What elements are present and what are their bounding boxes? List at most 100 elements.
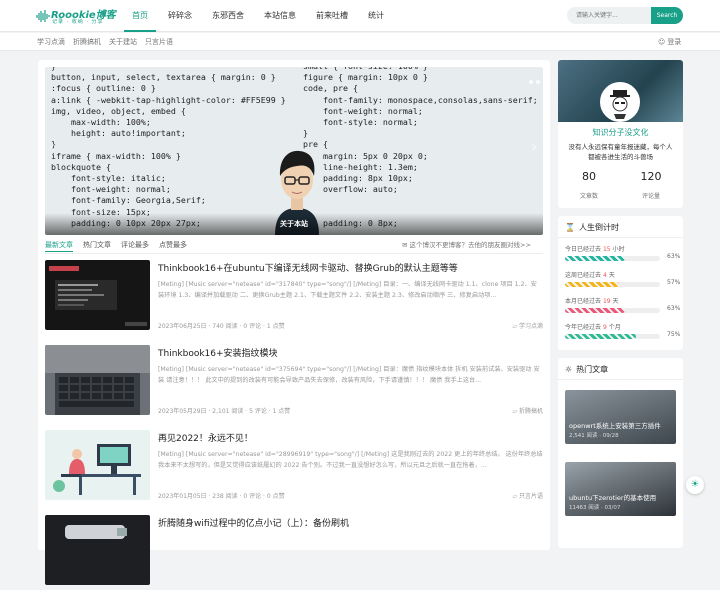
nav-stats[interactable]: 统计 <box>360 0 392 32</box>
post-thumbnail[interactable] <box>45 345 150 415</box>
countdown-card: ⌛ 人生倒计时 今日已经过去 15 小时 63% 这周已经过去 4 天 57% 本… <box>558 216 683 350</box>
post-title[interactable]: Thinkbook16+在ubuntu下编译无线网卡驱动、替换Grub的默认主题… <box>158 261 458 274</box>
post-excerpt: [Meting] [Music server="netease" id="375… <box>158 366 540 384</box>
countdown-label: 今年已经过去 9 个月 <box>565 322 621 331</box>
tab-most-likes[interactable]: 点赞最多 <box>159 238 187 252</box>
logo-wave-icon <box>36 10 50 22</box>
countdown-prefix: 今日已经过去 <box>565 246 602 253</box>
search-box: Search <box>567 7 683 24</box>
site-logo[interactable]: Roookie博客 记录 · 收纳 · 分享 <box>36 6 116 28</box>
megaphone-icon: ✉ <box>402 241 410 249</box>
notice-text: 这个博汉不更博客？去他的朋友圈对线>> <box>409 241 531 249</box>
hot-post-meta: 2,541 阅读 · 09/28 <box>569 433 619 439</box>
post-thumbnail[interactable] <box>45 515 150 585</box>
main-content: } button, input, select, textarea { marg… <box>38 60 550 585</box>
user-icon: ☺ <box>658 38 666 46</box>
login-link[interactable]: ☺ 登录 <box>658 33 681 51</box>
post-title[interactable]: 再见2022！永远不见！ <box>158 431 253 444</box>
hot-post-meta: 11463 阅读 · 03/07 <box>569 505 621 511</box>
divider <box>558 379 683 380</box>
nav-feedback[interactable]: 前来吐槽 <box>308 0 356 32</box>
profile-name[interactable]: 知识分子没文化 <box>558 127 683 138</box>
post-meta: 2023年06月25日 · 740 阅读 · 0 评论 · 1 点赞 <box>158 323 285 330</box>
post-meta: 2023年05月29日 · 2,101 阅读 · 5 评论 · 1 点赞 <box>158 408 291 415</box>
profile-desc: 没有人永远保有童年报迷藏，每个人都被各进生活的斗兽场 <box>568 143 673 161</box>
comments-label: 评论量 <box>641 193 660 200</box>
post-comments: 5 评论 <box>249 408 267 415</box>
countdown-value: 15 <box>602 246 611 253</box>
countdown-label: 本月已经过去 19 天 <box>565 296 619 305</box>
subnav-site[interactable]: 关于建站 <box>109 33 137 51</box>
post-tabs: 最新文章 热门文章 评论最多 点赞最多 <box>45 238 197 252</box>
subnav-study[interactable]: 学习点滴 <box>37 33 65 51</box>
post-comments: 0 评论 <box>243 493 262 500</box>
avatar[interactable] <box>600 82 640 122</box>
post-category-label: 折腾搞机 <box>518 408 543 415</box>
subnav-words[interactable]: 只言片语 <box>145 33 173 51</box>
progress-percent: 63% <box>667 253 681 260</box>
tab-popular[interactable]: 热门文章 <box>83 238 111 252</box>
slider-dots <box>529 80 540 84</box>
hot-title: 热门文章 <box>576 365 609 374</box>
laptop-keyboard-image <box>45 345 150 415</box>
post-item[interactable]: Thinkbook16+安装指纹模块 [Meting] [Music serve… <box>45 342 543 420</box>
comments-count: 120 <box>640 170 662 183</box>
hot-post-item[interactable]: openwrt系统上安装第三方插件 2,541 阅读 · 09/28 <box>565 390 676 444</box>
post-category[interactable]: ▱ 折腾搞机 <box>512 406 543 415</box>
tab-latest[interactable]: 最新文章 <box>45 238 73 252</box>
search-button[interactable]: Search <box>651 7 683 24</box>
post-category[interactable]: ▱ 学习点滴 <box>512 321 543 330</box>
countdown-unit: 天 <box>608 272 615 279</box>
post-item[interactable]: Thinkbook16+在ubuntu下编译无线网卡驱动、替换Grub的默认主题… <box>45 257 543 335</box>
post-thumbnail[interactable] <box>45 260 150 330</box>
countdown-label: 今日已经过去 15 小时 <box>565 244 625 253</box>
progress-fill <box>565 282 620 287</box>
hot-post-title: ubuntu下zerotier的基本使用 <box>569 494 657 502</box>
hero-code-left: } button, input, select, textarea { marg… <box>51 67 286 228</box>
post-views: 238 阅读 <box>212 493 238 500</box>
progress-track <box>565 308 660 313</box>
countdown-unit: 个月 <box>608 324 621 331</box>
wifi-device-image <box>45 515 150 585</box>
post-likes: 1 点赞 <box>266 323 285 330</box>
slider-dot[interactable] <box>529 80 533 84</box>
subnav-tinker[interactable]: 折腾搞机 <box>73 33 101 51</box>
countdown-unit: 天 <box>612 298 619 305</box>
post-item[interactable]: 折腾随身wifi过程中的亿点小记（上）：备份刷机 <box>45 512 543 590</box>
post-item[interactable]: 再见2022！永远不见！ [Meting] [Music server="net… <box>45 427 543 505</box>
countdown-year: 今年已经过去 9 个月 75% <box>565 322 680 348</box>
countdown-week: 这周已经过去 4 天 57% <box>565 270 680 296</box>
countdown-prefix: 本月已经过去 <box>565 298 602 305</box>
tab-most-comments[interactable]: 评论最多 <box>121 238 149 252</box>
hot-post-item[interactable]: ubuntu下zerotier的基本使用 11463 阅读 · 03/07 <box>565 462 676 516</box>
hero-code-right: small { font-size: 100% } figure { margi… <box>303 67 538 228</box>
post-thumbnail[interactable] <box>45 430 150 500</box>
post-category[interactable]: ▱ 只言片语 <box>512 491 543 500</box>
search-input[interactable] <box>567 7 651 24</box>
countdown-label: 这周已经过去 4 天 <box>565 270 615 279</box>
fire-icon: ☼ <box>565 365 573 374</box>
hero-slider[interactable]: } button, input, select, textarea { marg… <box>45 67 543 235</box>
nav-site-info[interactable]: 本站信息 <box>256 0 304 32</box>
post-title[interactable]: Thinkbook16+安装指纹模块 <box>158 346 278 359</box>
nav-home[interactable]: 首页 <box>124 0 156 32</box>
nav-notes[interactable]: 碎碎念 <box>160 0 200 32</box>
hot-header: ☼ 热门文章 <box>565 364 608 375</box>
countdown-value: 4 <box>602 272 607 279</box>
theme-toggle-sun-icon[interactable]: ☀ <box>686 476 704 494</box>
post-date: 2023年01月05日 <box>158 493 207 500</box>
nav-friends[interactable]: 东邪西舍 <box>204 0 252 32</box>
countdown-unit: 小时 <box>612 246 625 253</box>
sub-navbar: 学习点滴 折腾搞机 关于建站 只言片语 ☺ 登录 <box>0 33 720 51</box>
post-likes: 0 点赞 <box>266 493 285 500</box>
slider-dot[interactable] <box>536 80 540 84</box>
prev-arrow-icon[interactable]: ‹ <box>49 137 55 156</box>
post-title[interactable]: 折腾随身wifi过程中的亿点小记（上）：备份刷机 <box>158 516 349 529</box>
next-arrow-icon[interactable]: › <box>531 137 537 156</box>
notice-link[interactable]: ✉ 这个博汉不更博客？去他的朋友圈对线>> <box>402 238 531 252</box>
progress-track <box>565 334 660 339</box>
countdown-today: 今日已经过去 15 小时 63% <box>565 244 681 270</box>
countdown-prefix: 这周已经过去 <box>565 272 602 279</box>
tab-divider <box>45 253 543 254</box>
hourglass-icon: ⌛ <box>565 223 575 232</box>
